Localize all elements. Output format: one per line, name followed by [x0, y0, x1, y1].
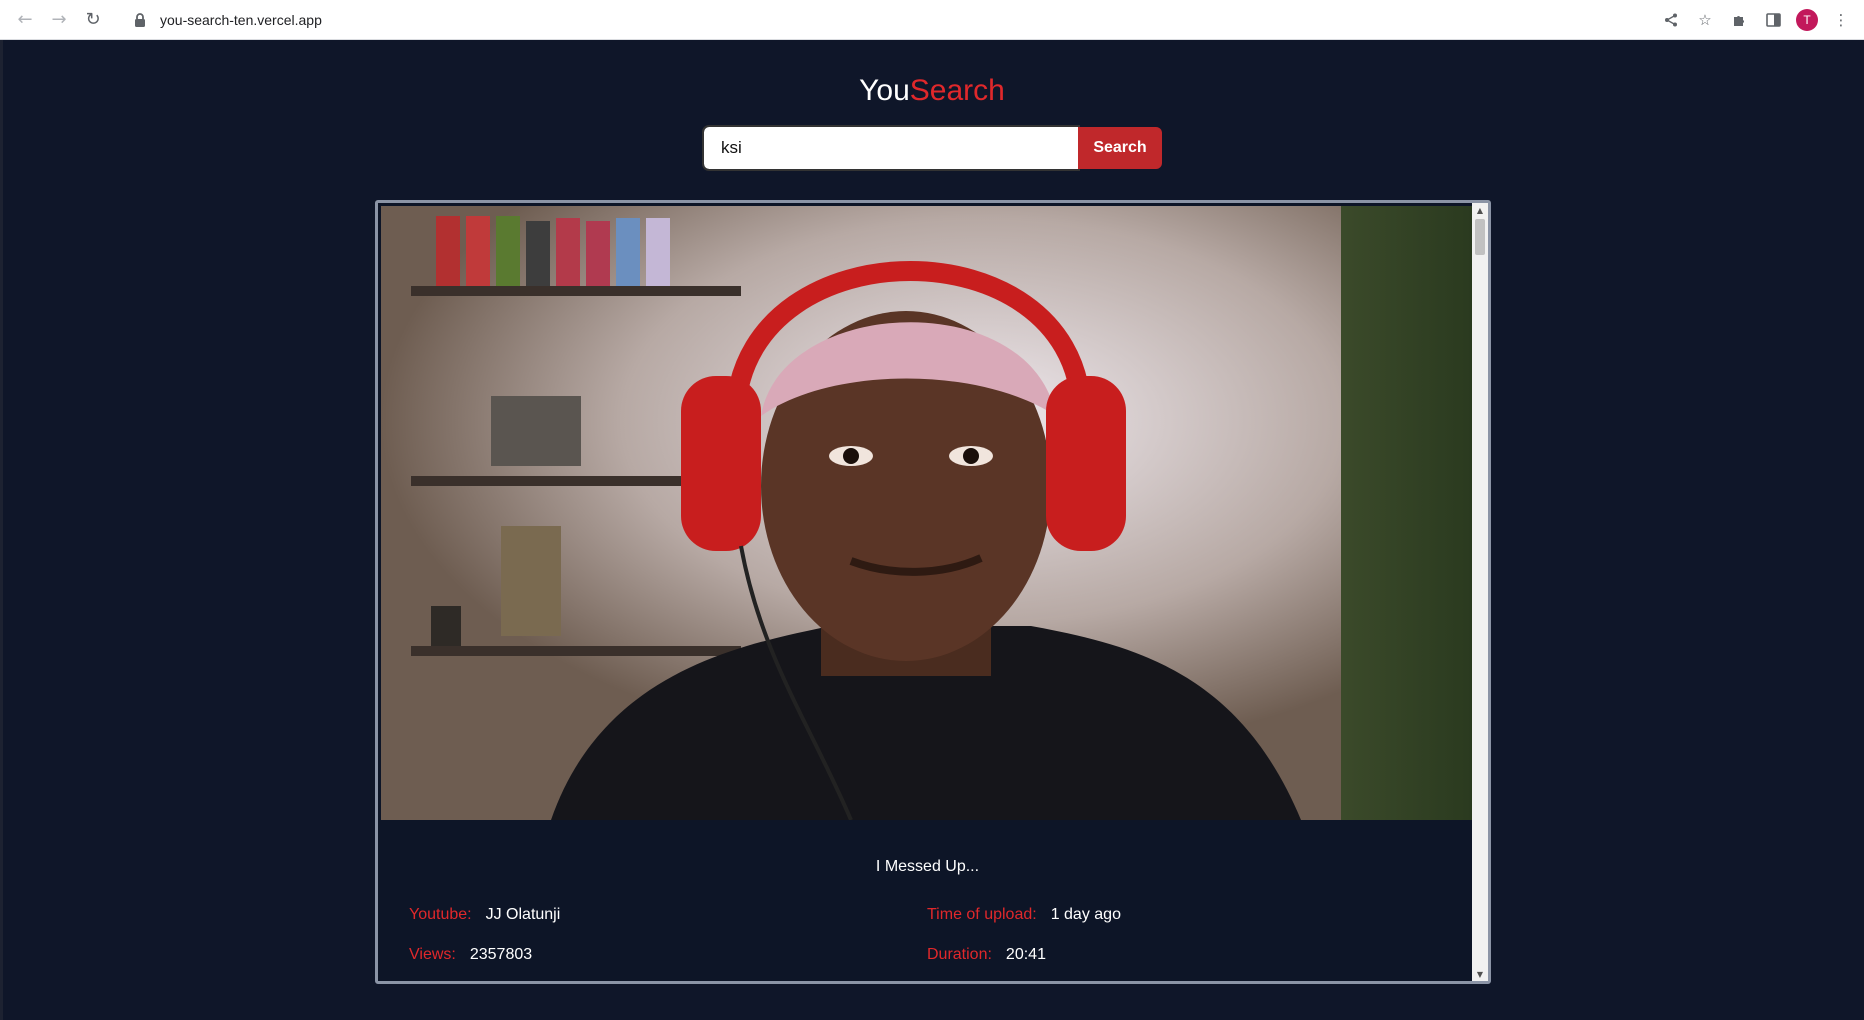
- profile-avatar[interactable]: T: [1796, 8, 1818, 31]
- browser-toolbar: ← → ↻ you-search-ten.vercel.app ☆ T ⋮: [0, 0, 1864, 40]
- back-icon[interactable]: ←: [12, 7, 38, 33]
- upload-time: 1 day ago: [1050, 906, 1121, 923]
- results-scrollbar[interactable]: ▲ ▼: [1472, 203, 1488, 981]
- search-form: Search: [702, 125, 1162, 171]
- scroll-down-icon[interactable]: ▼: [1472, 967, 1488, 981]
- thumbnail-image: [381, 206, 1474, 820]
- logo-you: You: [859, 74, 910, 107]
- duration-meta: Duration: 20:41: [927, 946, 1046, 964]
- scroll-up-icon[interactable]: ▲: [1472, 203, 1488, 217]
- duration-label: Duration:: [927, 946, 992, 963]
- search-button[interactable]: Search: [1078, 127, 1162, 169]
- channel-meta: Youtube: JJ Olatunji: [409, 906, 560, 924]
- duration-value: 20:41: [1005, 946, 1046, 963]
- upload-label: Time of upload:: [927, 906, 1037, 923]
- app-logo: YouSearch: [0, 74, 1864, 108]
- extensions-icon[interactable]: [1728, 9, 1750, 31]
- window-edge: [0, 40, 3, 1020]
- share-icon[interactable]: [1660, 9, 1682, 31]
- side-panel-icon[interactable]: [1762, 9, 1784, 31]
- video-title[interactable]: I Messed Up...: [381, 858, 1474, 876]
- video-thumbnail[interactable]: [381, 206, 1474, 820]
- address-bar[interactable]: you-search-ten.vercel.app: [122, 5, 1660, 35]
- forward-icon[interactable]: →: [46, 7, 72, 33]
- url-text[interactable]: you-search-ten.vercel.app: [160, 12, 322, 28]
- scrollbar-thumb[interactable]: [1475, 219, 1485, 255]
- reload-icon[interactable]: ↻: [80, 7, 106, 33]
- views-meta: Views: 2357803: [409, 946, 532, 964]
- upload-meta: Time of upload: 1 day ago: [927, 906, 1121, 924]
- views-label: Views:: [409, 946, 456, 963]
- menu-icon[interactable]: ⋮: [1830, 9, 1852, 31]
- youtube-label: Youtube:: [409, 906, 472, 923]
- nav-buttons: ← → ↻: [12, 7, 106, 33]
- views-count: 2357803: [469, 946, 533, 963]
- search-input[interactable]: [702, 125, 1080, 171]
- channel-name[interactable]: JJ Olatunji: [486, 906, 561, 923]
- video-card[interactable]: I Messed Up... Youtube: JJ Olatunji Time …: [381, 206, 1474, 981]
- lock-icon[interactable]: [134, 12, 148, 27]
- logo-search: Search: [909, 74, 1005, 107]
- star-icon[interactable]: ☆: [1694, 9, 1716, 31]
- toolbar-actions: ☆ T ⋮: [1660, 8, 1852, 31]
- results-panel[interactable]: I Messed Up... Youtube: JJ Olatunji Time …: [375, 200, 1491, 984]
